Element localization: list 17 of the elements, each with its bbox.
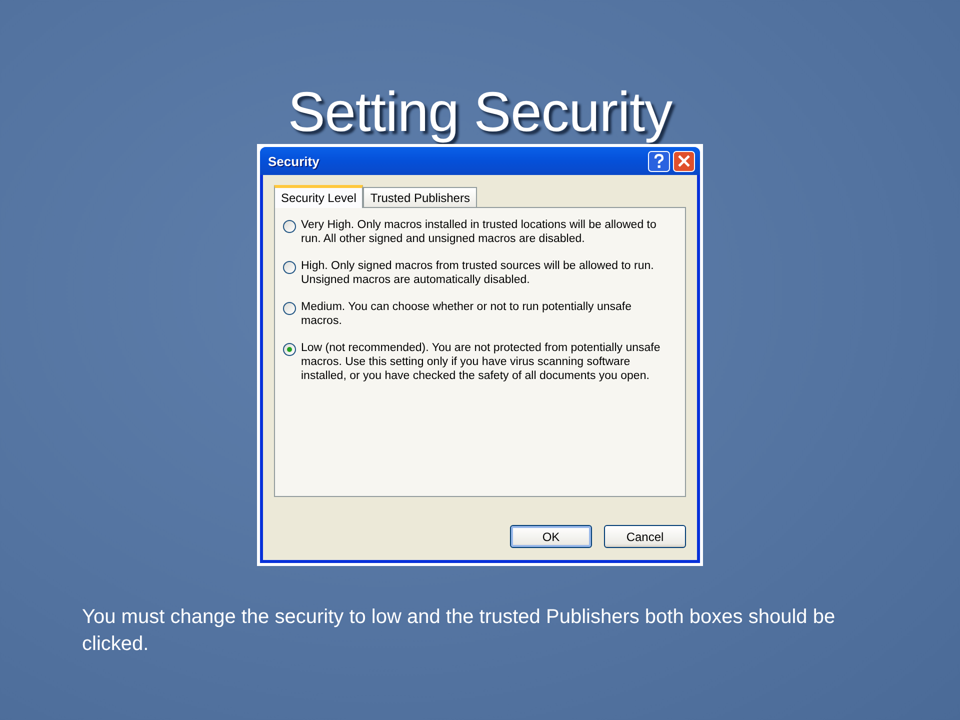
caption-text: You must change the security to low and the trusted Publishers both boxes should be clicked. (82, 605, 836, 657)
radio-button[interactable] (283, 343, 296, 356)
slide-title: Setting Security (288, 80, 672, 144)
radio-button[interactable] (283, 302, 296, 315)
radio-button[interactable] (283, 220, 296, 233)
option-label: Medium. You can choose whether or not to run potentially unsafe macros. (301, 300, 633, 328)
tab[interactable]: Security Level (274, 185, 364, 208)
close-icon[interactable] (673, 150, 695, 172)
option-label: High. Only signed macros from trusted sources will be allowed to run. Unsigned macros are automatically disabled. (301, 259, 655, 287)
tab[interactable]: Trusted Publishers (363, 187, 477, 207)
option-label: Low (not recommended). You are not protected from potentially unsafe macros. Use this setting only if you have virus scanning software installed, or you have checked the safety of all documents you open. (301, 341, 662, 383)
option-label: Very High. Only macros installed in trusted locations will be allowed to run. All other signed and unsigned macros are disabled. (301, 218, 658, 246)
dialog-button[interactable]: OK (510, 525, 592, 548)
radio-button[interactable] (283, 261, 296, 274)
window-title: Security (268, 154, 320, 168)
help-icon[interactable] (648, 150, 670, 172)
dialog-button[interactable]: Cancel (604, 525, 686, 548)
